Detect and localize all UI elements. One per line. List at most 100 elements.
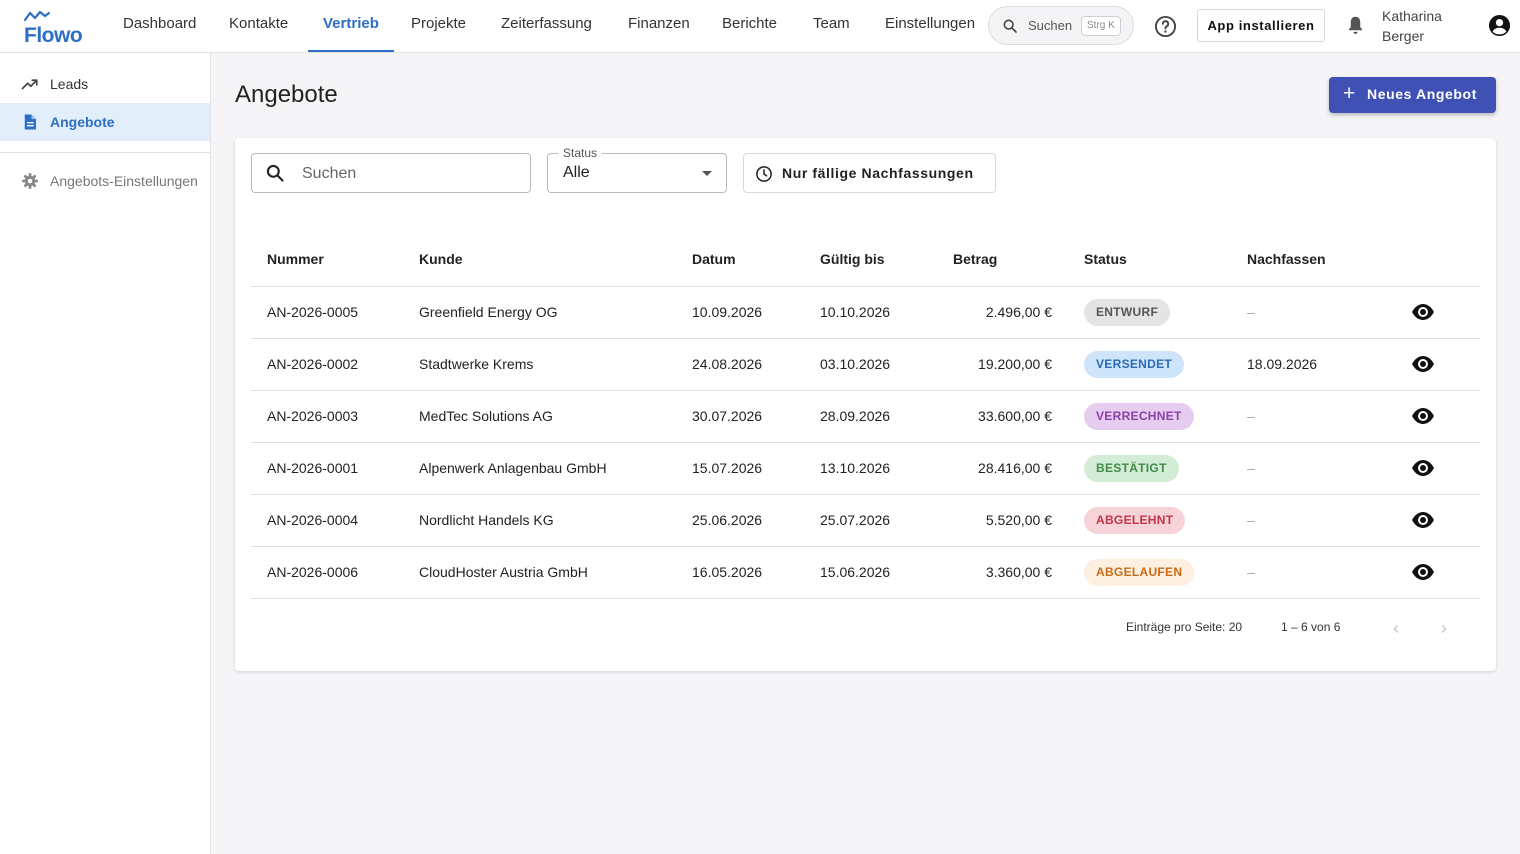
chevron-left-icon[interactable]: ‹ <box>1393 618 1399 639</box>
offers-table: Nummer Kunde Datum Gültig bis Betrag Sta… <box>251 232 1480 599</box>
account-circle-icon[interactable] <box>1488 14 1511 37</box>
status-badge: ABGELAUFEN <box>1084 559 1195 586</box>
status-filter-value: Alle <box>563 164 590 181</box>
cell-nachfassen: – <box>1247 460 1255 476</box>
cell-betrag: 5.520,00 € <box>985 512 1052 528</box>
table-header: Nummer Kunde Datum Gültig bis Betrag Sta… <box>251 232 1480 287</box>
pagination-range: 1 – 6 von 6 <box>1281 620 1341 634</box>
sidebar-item-angebots-einstellungen[interactable]: Angebots-Einstellungen <box>0 162 210 200</box>
tab-einstellungen[interactable]: Einstellungen <box>885 0 975 52</box>
view-icon[interactable] <box>1411 407 1435 430</box>
status-badge: BESTÄTIGT <box>1084 455 1179 482</box>
user-name[interactable]: Katharina Berger <box>1382 6 1472 46</box>
document-icon <box>24 114 36 130</box>
cell-nachfassen: – <box>1247 512 1255 528</box>
search-shortcut-hint: Strg K <box>1081 16 1121 36</box>
cell-nachfassen: – <box>1247 408 1255 424</box>
status-badge: VERRECHNET <box>1084 403 1194 430</box>
tab-zeiterfassung[interactable]: Zeiterfassung <box>501 0 592 52</box>
column-header-nachfassen[interactable]: Nachfassen <box>1247 251 1326 267</box>
gear-icon <box>22 173 38 189</box>
search-icon <box>1003 19 1017 33</box>
trending-up-icon <box>21 79 38 90</box>
view-icon[interactable] <box>1411 511 1435 534</box>
sidebar-item-leads[interactable]: Leads <box>0 65 210 103</box>
cell-gueltig-bis: 28.09.2026 <box>820 408 891 424</box>
chevron-right-icon[interactable]: › <box>1441 618 1447 639</box>
view-icon[interactable] <box>1411 355 1435 378</box>
tab-vertrieb[interactable]: Vertrieb <box>308 0 394 52</box>
cell-kunde: Nordlicht Handels KG <box>419 512 554 528</box>
cell-datum: 15.07.2026 <box>692 460 763 476</box>
view-icon[interactable] <box>1411 303 1435 326</box>
sidebar: Leads Angebote Angebots-Einstellungen <box>0 53 211 854</box>
view-icon[interactable] <box>1411 459 1435 482</box>
table-row[interactable]: AN-2026-0002 Stadtwerke Krems 24.08.2026 03… <box>251 339 1480 391</box>
offers-card: Status Alle Nur fällige Nachfassungen Nu… <box>235 138 1496 671</box>
clock-icon <box>756 166 772 182</box>
cell-datum: 16.05.2026 <box>692 564 763 580</box>
offer-search-field[interactable] <box>251 153 531 193</box>
tab-team[interactable]: Team <box>813 0 850 52</box>
cell-kunde: Alpenwerk Anlagenbau GmbH <box>419 460 607 476</box>
tab-dashboard[interactable]: Dashboard <box>123 0 196 52</box>
status-badge: VERSENDET <box>1084 351 1185 378</box>
tab-berichte[interactable]: Berichte <box>722 0 777 52</box>
view-icon[interactable] <box>1411 563 1435 586</box>
cell-nachfassen: – <box>1247 564 1255 580</box>
status-badge: ABGELEHNT <box>1084 507 1186 534</box>
cell-kunde: Stadtwerke Krems <box>419 356 534 372</box>
table-row[interactable]: AN-2026-0003 MedTec Solutions AG 30.07.202… <box>251 391 1480 443</box>
offer-search-input[interactable] <box>302 163 517 185</box>
cell-betrag: 28.416,00 € <box>978 460 1052 476</box>
column-header-nummer[interactable]: Nummer <box>267 251 324 267</box>
new-offer-button[interactable]: + Neues Angebot <box>1329 77 1496 113</box>
cell-datum: 30.07.2026 <box>692 408 763 424</box>
cell-gueltig-bis: 03.10.2026 <box>820 356 891 372</box>
app-name: Flowo <box>24 24 83 47</box>
global-search-label: Suchen <box>1028 18 1073 33</box>
sidebar-divider <box>0 152 210 153</box>
logo-wave-icon <box>24 10 50 22</box>
sidebar-item-angebote[interactable]: Angebote <box>0 103 210 141</box>
rows-per-page-label[interactable]: Einträge pro Seite: 20 <box>1126 620 1242 634</box>
cell-gueltig-bis: 25.07.2026 <box>820 512 891 528</box>
help-icon[interactable] <box>1154 15 1177 38</box>
column-header-kunde[interactable]: Kunde <box>419 251 463 267</box>
cell-datum: 10.09.2026 <box>692 304 763 320</box>
cell-gueltig-bis: 10.10.2026 <box>820 304 891 320</box>
column-header-datum[interactable]: Datum <box>692 251 736 267</box>
cell-betrag: 2.496,00 € <box>985 304 1052 320</box>
status-filter-label: Status <box>558 146 603 160</box>
cell-nummer: AN-2026-0006 <box>267 564 359 580</box>
cell-nummer: AN-2026-0002 <box>267 356 359 372</box>
cell-kunde: MedTec Solutions AG <box>419 408 553 424</box>
table-row[interactable]: AN-2026-0005 Greenfield Energy OG 10.09.20… <box>251 287 1480 339</box>
table-row[interactable]: AN-2026-0006 CloudHoster Austria GmbH 16.0… <box>251 547 1480 599</box>
cell-betrag: 33.600,00 € <box>978 408 1052 424</box>
tab-projekte[interactable]: Projekte <box>411 0 466 52</box>
active-tab-indicator <box>308 50 394 52</box>
install-app-button[interactable]: App installieren <box>1197 9 1325 42</box>
due-followups-filter-button[interactable]: Nur fällige Nachfassungen <box>743 153 996 193</box>
column-header-betrag[interactable]: Betrag <box>953 251 997 267</box>
cell-betrag: 19.200,00 € <box>978 356 1052 372</box>
status-badge: ENTWURF <box>1084 299 1171 326</box>
search-icon <box>266 164 284 182</box>
tab-kontakte[interactable]: Kontakte <box>229 0 288 52</box>
column-header-status[interactable]: Status <box>1084 251 1127 267</box>
cell-gueltig-bis: 15.06.2026 <box>820 564 891 580</box>
cell-kunde: CloudHoster Austria GmbH <box>419 564 588 580</box>
cell-nummer: AN-2026-0004 <box>267 512 359 528</box>
table-row[interactable]: AN-2026-0004 Nordlicht Handels KG 25.06.20… <box>251 495 1480 547</box>
app-logo[interactable]: Flowo <box>22 10 83 47</box>
table-row[interactable]: AN-2026-0001 Alpenwerk Anlagenbau GmbH 15.… <box>251 443 1480 495</box>
status-filter-select[interactable]: Status Alle <box>547 146 727 193</box>
column-header-gueltig-bis[interactable]: Gültig bis <box>820 251 885 267</box>
bell-icon[interactable] <box>1346 15 1365 36</box>
global-search-button[interactable]: Suchen Strg K <box>988 6 1134 45</box>
page-title: Angebote <box>235 81 338 108</box>
tab-finanzen[interactable]: Finanzen <box>628 0 690 52</box>
cell-nachfassen: – <box>1247 304 1255 320</box>
plus-icon: + <box>1343 82 1356 105</box>
